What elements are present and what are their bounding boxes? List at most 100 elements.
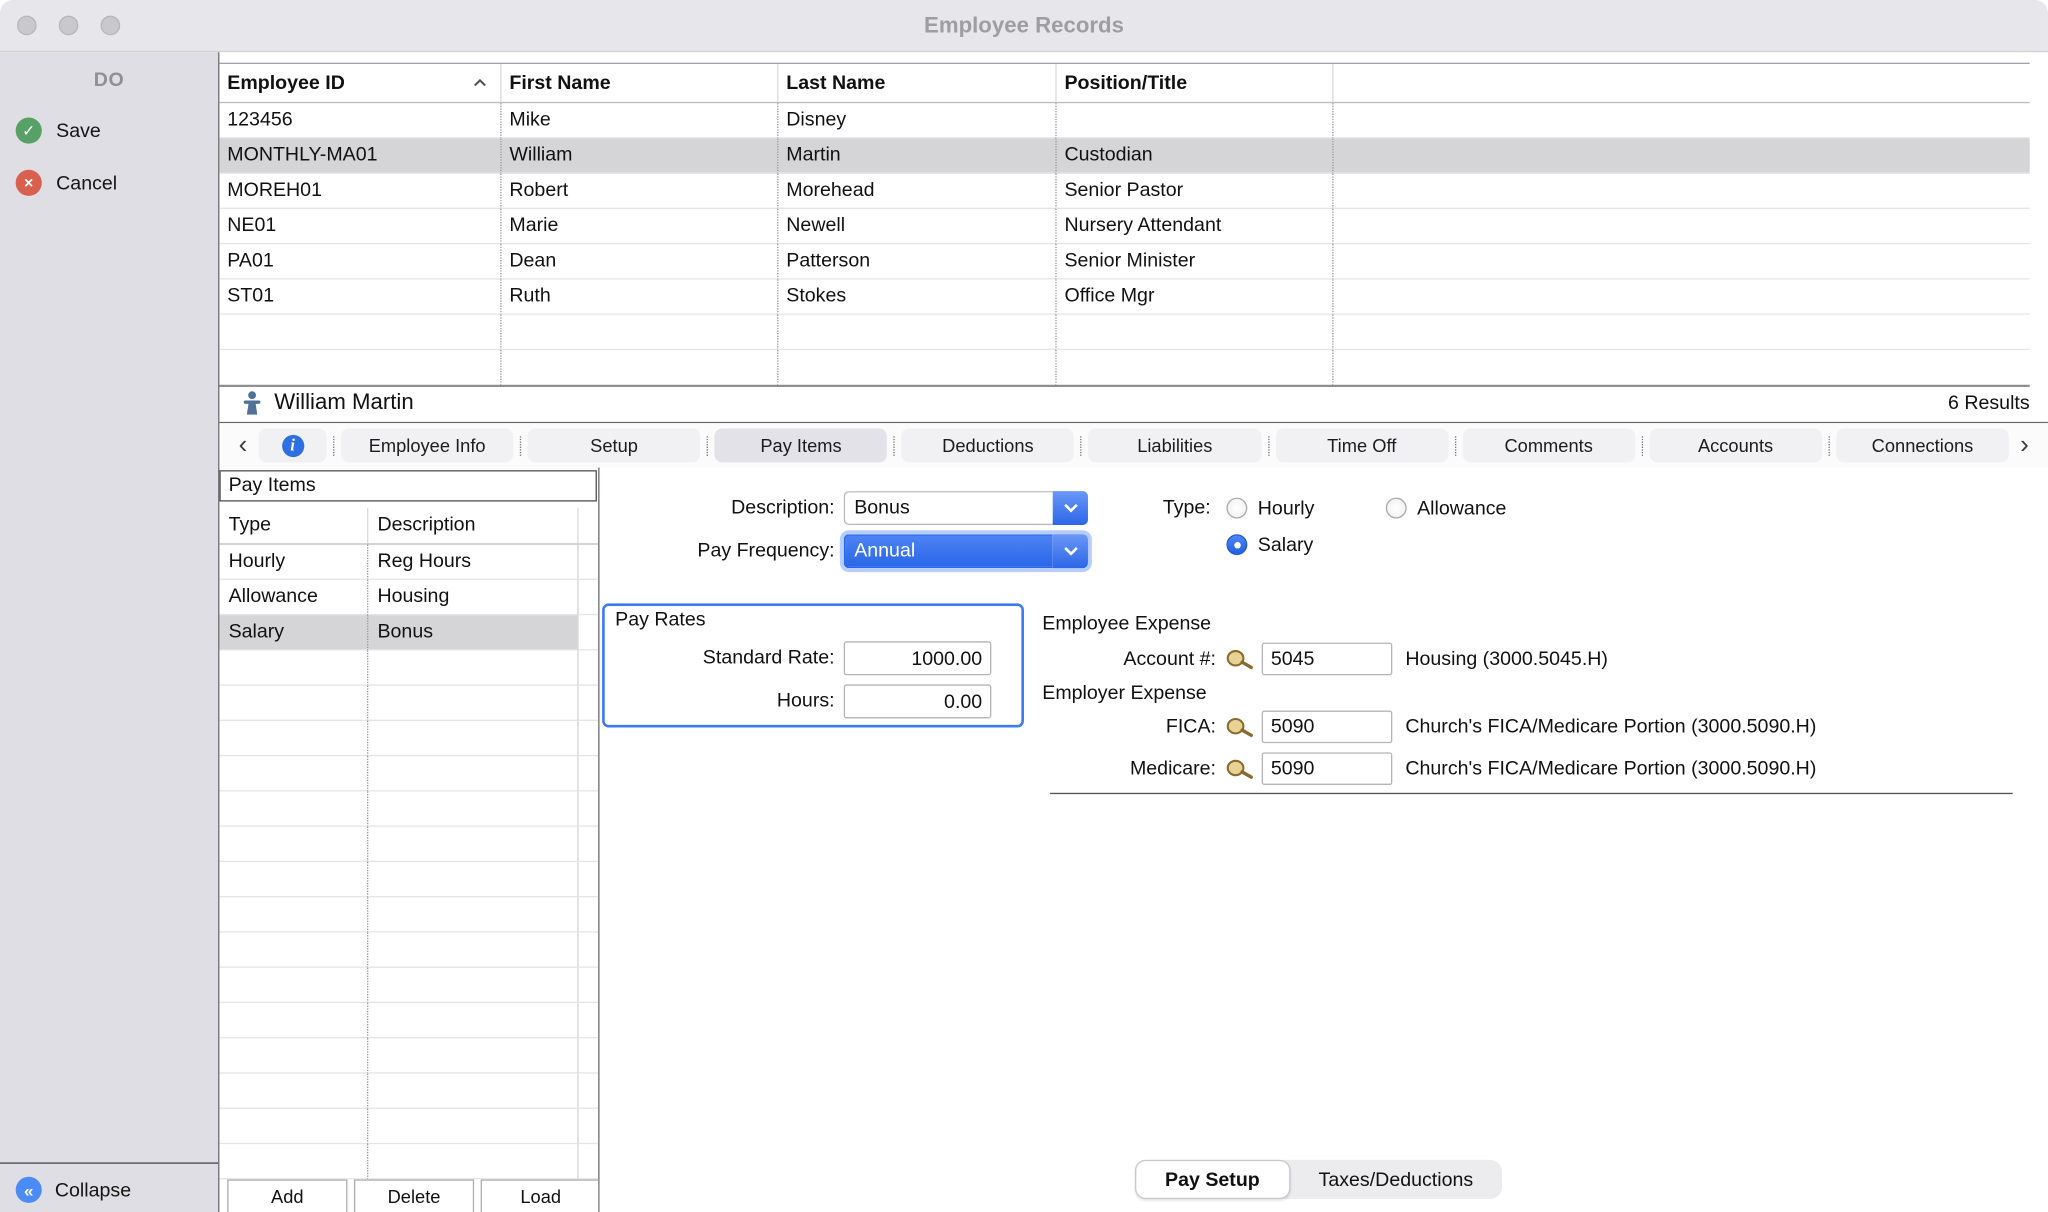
- tab-menu-dots-icon[interactable]: [333, 436, 334, 456]
- tab-pay-setup[interactable]: Pay Setup: [1135, 1160, 1290, 1199]
- load-button[interactable]: Load: [481, 1179, 600, 1212]
- type-label: Type:: [1122, 491, 1211, 525]
- column-header-first-name[interactable]: First Name: [500, 64, 777, 102]
- bottom-tab-bar: Pay Setup Taxes/Deductions: [1135, 1160, 1502, 1199]
- pay-item-row-empty: [219, 933, 598, 968]
- cell-last-name: Morehead: [777, 174, 1055, 209]
- cell-type: Hourly: [219, 545, 367, 580]
- medicare-label: Medicare:: [1031, 752, 1216, 786]
- medicare-account-input[interactable]: [1262, 752, 1393, 785]
- employee-expense-title: Employee Expense: [1042, 607, 1211, 641]
- medicare-description: Church's FICA/Medicare Portion (3000.509…: [1405, 752, 1816, 786]
- zoom-window-icon[interactable]: [101, 16, 121, 36]
- tab-setup[interactable]: Setup: [528, 428, 701, 462]
- pay-item-detail: Description: Bonus Pay Frequency: Annual: [599, 468, 2047, 1212]
- cancel-x-icon: ×: [16, 170, 42, 196]
- save-label: Save: [56, 120, 101, 142]
- column-header-employee-id[interactable]: Employee ID: [219, 64, 500, 102]
- medicare-lookup-icon[interactable]: [1224, 758, 1255, 780]
- table-row[interactable]: PA01 Dean Patterson Senior Minister: [219, 244, 2029, 279]
- tab-menu-dots-icon[interactable]: [1455, 436, 1456, 456]
- account-number-input[interactable]: [1262, 643, 1393, 676]
- person-icon: [242, 390, 263, 415]
- table-row[interactable]: ST01 Ruth Stokes Office Mgr: [219, 280, 2029, 315]
- cancel-button[interactable]: × Cancel: [16, 165, 117, 202]
- collapse-button[interactable]: « Collapse: [16, 1170, 131, 1209]
- fica-account-input[interactable]: [1262, 711, 1393, 744]
- tab-comments[interactable]: Comments: [1462, 428, 1635, 462]
- pay-item-row[interactable]: Allowance Housing: [219, 580, 598, 615]
- tab-menu-dots-icon[interactable]: [1268, 436, 1269, 456]
- fica-lookup-icon[interactable]: [1224, 716, 1255, 738]
- minimize-window-icon[interactable]: [59, 16, 79, 36]
- delete-button[interactable]: Delete: [354, 1179, 474, 1212]
- tab-deductions[interactable]: Deductions: [902, 428, 1075, 462]
- tab-menu-dots-icon[interactable]: [1641, 436, 1642, 456]
- tab-menu-dots-icon[interactable]: [707, 436, 708, 456]
- cell-description: Housing: [367, 580, 577, 615]
- table-row-empty: [219, 350, 2029, 385]
- tab-menu-dots-icon[interactable]: [894, 436, 895, 456]
- tab-menu-dots-icon[interactable]: [1081, 436, 1082, 456]
- cell-first-name: Dean: [500, 244, 777, 279]
- pay-item-row[interactable]: Hourly Reg Hours: [219, 545, 598, 580]
- column-header-label: Position/Title: [1064, 72, 1187, 94]
- info-icon: i: [281, 434, 303, 456]
- tab-employee-info[interactable]: Employee Info: [341, 428, 514, 462]
- column-header-description[interactable]: Description: [367, 508, 577, 543]
- close-window-icon[interactable]: [17, 16, 37, 36]
- tabs-scroll-left-button[interactable]: ‹: [227, 428, 258, 462]
- save-button[interactable]: ✓ Save: [16, 112, 101, 149]
- tab-menu-dots-icon[interactable]: [520, 436, 521, 456]
- column-header-label: Employee ID: [227, 72, 345, 94]
- tab-pay-items[interactable]: Pay Items: [715, 428, 888, 462]
- column-header-type[interactable]: Type: [219, 508, 367, 543]
- description-dropdown[interactable]: Bonus: [844, 491, 1088, 525]
- cell-empty: [1332, 103, 2029, 138]
- cell-position: Senior Pastor: [1055, 174, 1332, 209]
- radio-allowance[interactable]: Allowance: [1386, 491, 1507, 525]
- chevron-down-icon: [1063, 546, 1079, 556]
- radio-salary-selected[interactable]: Salary: [1226, 528, 1313, 562]
- column-header-gutter: [577, 508, 598, 543]
- pay-frequency-dropdown[interactable]: Annual: [844, 534, 1088, 568]
- tab-accounts[interactable]: Accounts: [1649, 428, 1822, 462]
- table-row[interactable]: MOREH01 Robert Morehead Senior Pastor: [219, 174, 2029, 209]
- record-name: William Martin: [274, 389, 413, 415]
- cell-type: Allowance: [219, 580, 367, 615]
- cell-employee-id: MOREH01: [219, 174, 500, 209]
- hours-label: Hours:: [599, 684, 834, 718]
- tab-menu-dots-icon[interactable]: [1828, 436, 1829, 456]
- dropdown-button[interactable]: [1053, 491, 1088, 525]
- column-header-last-name[interactable]: Last Name: [777, 64, 1055, 102]
- dropdown-button[interactable]: [1053, 534, 1088, 568]
- standard-rate-input[interactable]: [844, 641, 992, 675]
- cell-first-name: Mike: [500, 103, 777, 138]
- description-label: Description:: [599, 491, 834, 525]
- pay-item-row-selected[interactable]: Salary Bonus: [219, 615, 598, 650]
- tab-liabilities[interactable]: Liabilities: [1089, 428, 1262, 462]
- hours-input[interactable]: [844, 684, 992, 718]
- tab-taxes-deductions[interactable]: Taxes/Deductions: [1290, 1160, 1502, 1199]
- cell-position: [1055, 103, 1332, 138]
- pay-item-row-empty: [219, 1038, 598, 1073]
- table-row[interactable]: NE01 Marie Newell Nursery Attendant: [219, 209, 2029, 244]
- table-row[interactable]: 123456 Mike Disney: [219, 103, 2029, 138]
- app-window: Employee Records DO ✓ Save × Cancel « Co…: [0, 0, 2048, 1212]
- add-button[interactable]: Add: [227, 1179, 347, 1212]
- tab-time-off[interactable]: Time Off: [1275, 428, 1448, 462]
- pay-item-row-empty: [219, 1144, 598, 1179]
- radio-hourly[interactable]: Hourly: [1226, 491, 1314, 525]
- table-row-selected[interactable]: MONTHLY-MA01 William Martin Custodian: [219, 138, 2029, 173]
- pay-item-row-empty: [219, 756, 598, 791]
- table-row-empty: [219, 315, 2029, 350]
- cell-position: Office Mgr: [1055, 280, 1332, 315]
- tabs-scroll-right-button[interactable]: ›: [2009, 428, 2040, 462]
- tab-info[interactable]: i: [259, 428, 327, 462]
- account-lookup-icon[interactable]: [1224, 648, 1255, 670]
- radio-circle-icon: [1226, 498, 1247, 519]
- cell-first-name: William: [500, 138, 777, 173]
- tab-connections[interactable]: Connections: [1836, 428, 2009, 462]
- cell-employee-id: MONTHLY-MA01: [219, 138, 500, 173]
- column-header-position[interactable]: Position/Title: [1055, 64, 1332, 102]
